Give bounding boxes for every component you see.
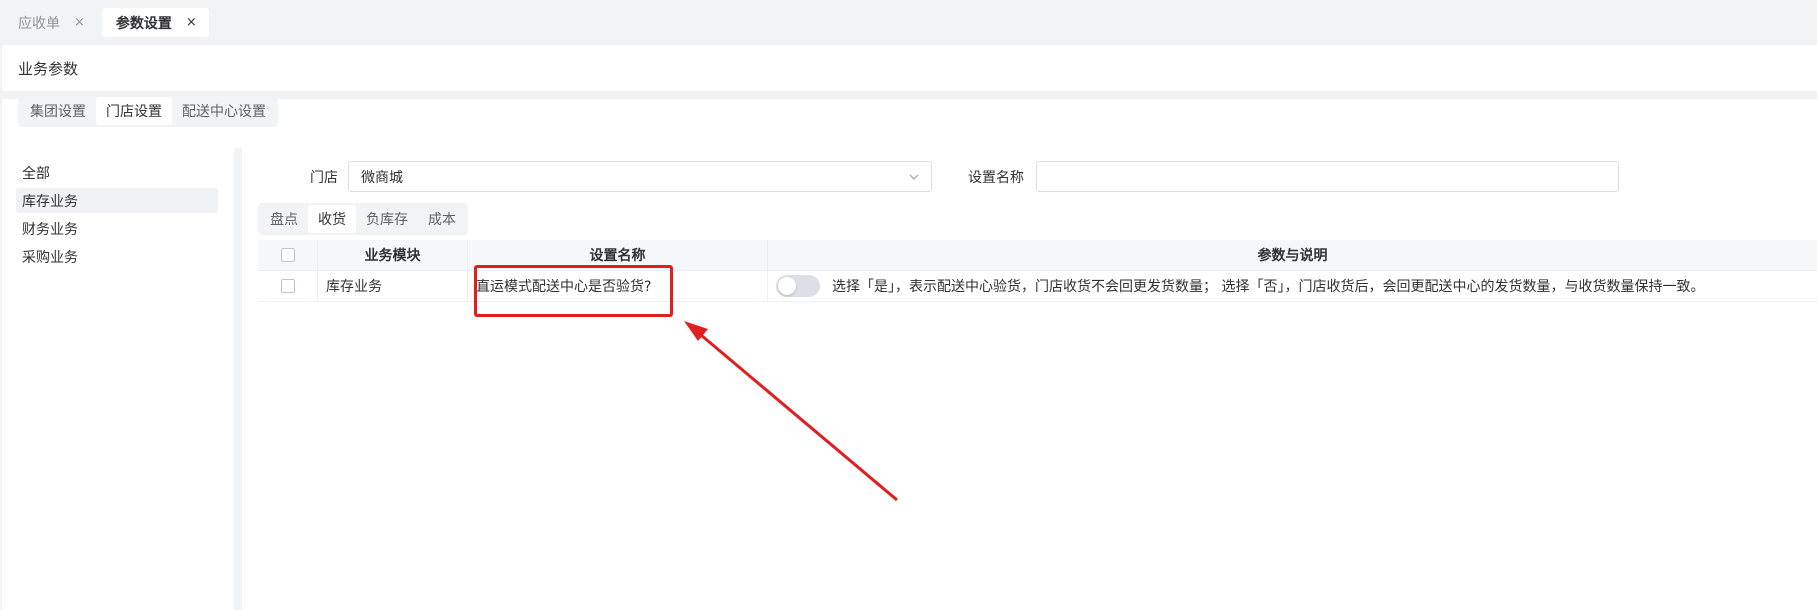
select-all-checkbox[interactable] [280, 248, 295, 262]
tab-distribution-settings[interactable]: 配送中心设置 [172, 97, 276, 125]
store-label: 门店 [310, 170, 338, 186]
tab-receivable[interactable]: 应收单 × [4, 8, 97, 37]
page-title: 业务参数 [18, 59, 79, 78]
subtab-stocktake[interactable]: 盘点 [260, 205, 308, 233]
settings-tabs: 集团设置 门店设置 配送中心设置 [18, 95, 278, 127]
left-nav: 全部 库存业务 财务业务 采购业务 [16, 160, 218, 272]
tab-parameter-settings[interactable]: 参数设置 × [101, 8, 209, 37]
nav-item-inventory[interactable]: 库存业务 [16, 188, 218, 213]
page-header: 业务参数 [2, 45, 1817, 91]
subtab-cost[interactable]: 成本 [418, 205, 466, 233]
close-icon[interactable]: × [74, 15, 85, 30]
nav-item-all[interactable]: 全部 [16, 160, 218, 185]
nav-item-purchase[interactable]: 采购业务 [16, 244, 218, 269]
toggle-knob [778, 277, 796, 295]
sub-tabs: 盘点 收货 负库存 成本 [258, 203, 468, 235]
row-desc-cell: 选择「是」，表示配送中心验货，门店收货不会回更发货数量； 选择「否」，门店收货后… [768, 271, 1817, 301]
annotation-highlight-box [474, 265, 673, 317]
subtab-negative-stock[interactable]: 负库存 [356, 205, 418, 233]
setting-name-input[interactable] [1036, 161, 1619, 192]
row-checkbox[interactable] [280, 279, 295, 293]
store-select[interactable]: 微商城 [348, 161, 932, 192]
chevron-down-icon [909, 174, 919, 180]
close-icon[interactable]: × [186, 15, 197, 30]
row-check-cell [258, 271, 318, 301]
row-desc: 选择「是」，表示配送中心验货，门店收货不会回更发货数量； 选择「否」，门店收货后… [832, 279, 1705, 295]
header-module: 业务模块 [318, 240, 468, 270]
row-module: 库存业务 [318, 271, 468, 301]
tab-group-settings[interactable]: 集团设置 [20, 97, 96, 125]
tab-label: 参数设置 [115, 15, 172, 32]
panel-divider [234, 148, 242, 610]
tab-bar: 应收单 × 参数设置 × [0, 0, 1817, 44]
store-select-value: 微商城 [361, 169, 403, 186]
subtab-receiving[interactable]: 收货 [308, 205, 356, 233]
tab-label: 应收单 [18, 15, 60, 32]
select-all-cell [258, 240, 318, 270]
nav-item-finance[interactable]: 财务业务 [16, 216, 218, 241]
setting-name-label: 设置名称 [968, 170, 1024, 186]
header-desc: 参数与说明 [1257, 248, 1328, 264]
setting-toggle[interactable] [776, 275, 820, 297]
tab-store-settings[interactable]: 门店设置 [96, 97, 172, 125]
